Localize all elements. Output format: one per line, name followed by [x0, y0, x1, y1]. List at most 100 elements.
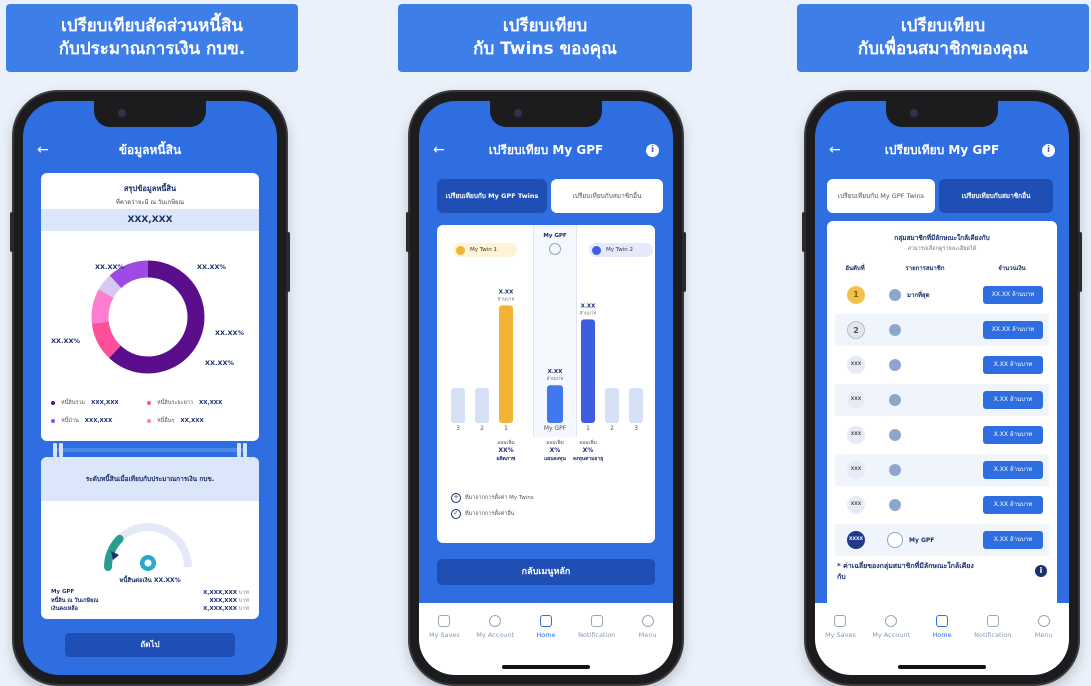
rank-row[interactable]: XXX X.XX ล้านบาท: [835, 349, 1049, 381]
legend-value: XXX,XXX: [91, 400, 119, 406]
saves-icon: [834, 615, 847, 627]
bar: [547, 385, 563, 423]
page-title: เปรียบเทียบ My GPF: [884, 142, 1000, 157]
back-to-menu-button[interactable]: กลับเมนูหลัก: [437, 559, 655, 585]
rank-row[interactable]: 2 XX.XX ล้านบาท: [835, 314, 1049, 346]
nav-label: Menu: [1034, 631, 1053, 639]
back-arrow-icon[interactable]: ←: [829, 142, 841, 158]
app-bar: ← เปรียบเทียบ My GPF i: [815, 133, 1069, 167]
stat-sub: ผลิตภาพ: [496, 456, 516, 462]
home-icon: [539, 615, 552, 627]
amount-button[interactable]: XX.XX ล้านบาท: [983, 286, 1043, 304]
donut-label: XX.XX%: [197, 263, 227, 271]
tab-twins[interactable]: เปรียบเทียบกับ My GPF Twins: [827, 179, 935, 213]
account-icon: [489, 615, 502, 627]
phone-twins: ← เปรียบเทียบ My GPF i เปรียบเทียบกับ My…: [406, 92, 686, 684]
amount-button[interactable]: X.XX ล้านบาท: [983, 426, 1043, 444]
amount-button[interactable]: XX.XX ล้านบาท: [983, 321, 1043, 339]
amount-button[interactable]: X.XX ล้านบาท: [983, 531, 1043, 549]
row-value: XXX,XXX: [209, 598, 238, 604]
nav-label: My Saves: [428, 631, 460, 639]
home-indicator: [898, 665, 986, 669]
stat-column: ออมเพิ่ม X% ลงทุนตามอายุ: [572, 439, 604, 463]
bar: [629, 388, 643, 423]
group-title: กลุ่มสมาชิกที่มีลักษณะใกล้เคียงกับ: [894, 234, 990, 242]
legend-value: XXX,XXX: [84, 418, 113, 424]
rank-badge: XXX: [847, 391, 865, 409]
nav-label: Menu: [638, 631, 657, 639]
col-amount: จำนวนเงิน: [998, 265, 1026, 272]
screen: ← เปรียบเทียบ My GPF i เปรียบเทียบกับ My…: [815, 101, 1069, 675]
back-arrow-icon[interactable]: ←: [37, 142, 49, 158]
nav-label: My Saves: [824, 631, 856, 639]
legend-name: หนี้สินรวม: [61, 400, 86, 406]
next-button[interactable]: ถัดไป: [65, 633, 235, 657]
header-twins: เปรียบเทียบ กับ Twins ของคุณ: [398, 4, 692, 72]
amount-button[interactable]: X.XX ล้านบาท: [983, 461, 1043, 479]
stat-label: ออมเพิ่ม: [497, 440, 515, 446]
legend-value: XX,XXX: [180, 418, 204, 424]
user-icon: [889, 359, 901, 371]
phone-debt: ← ข้อมูลหนี้สิน สรุปข้อมูลหนี้สิน ที่คาด…: [10, 92, 290, 684]
legend-row: ✓ ที่มาจากการตั้งค่าอื่น: [451, 509, 514, 519]
info-icon[interactable]: i: [1042, 143, 1055, 157]
rank-row[interactable]: XXXX My GPF X.XX ล้านบาท: [835, 524, 1049, 556]
user-icon: [889, 324, 901, 336]
header-line1: เปรียบเทียบ: [502, 16, 588, 36]
row-unit: บาท: [238, 606, 249, 612]
member-name: มากที่สุด: [907, 292, 930, 299]
page-title: เปรียบเทียบ My GPF: [488, 142, 604, 157]
row-label: My GPF: [51, 589, 75, 595]
nav-menu[interactable]: Menu: [626, 615, 670, 675]
bar: [605, 388, 619, 423]
stat-label: ออมเพิ่ม: [579, 440, 597, 446]
nav-my-saves[interactable]: My Saves: [818, 615, 862, 675]
rank-row[interactable]: XXX X.XX ล้านบาท: [835, 419, 1049, 451]
nav-my-saves[interactable]: My Saves: [422, 615, 466, 675]
nav-menu[interactable]: Menu: [1022, 615, 1066, 675]
rank-row[interactable]: XXX X.XX ล้านบาท: [835, 454, 1049, 486]
page-title: ข้อมูลหนี้สิน: [118, 142, 182, 157]
tab-members[interactable]: เปรียบเทียบกับสมาชิกอื่น: [939, 179, 1053, 213]
notification-icon: [590, 615, 603, 627]
menu-icon: [641, 615, 654, 627]
legend-text: ที่มาจากการตั้งค่าอื่น: [465, 511, 515, 517]
home-icon: [935, 615, 948, 627]
row-value: X,XXX,XXX: [203, 590, 238, 596]
header-debt-ratio: เปรียบเทียบสัดส่วนหนี้สิน กับประมาณการเง…: [6, 4, 298, 72]
compare-title-band: ระดับหนี้สินเมื่อเทียบกับประมาณการเงิน ก…: [41, 457, 259, 501]
tab-members[interactable]: เปรียบเทียบกับสมาชิกอื่น: [551, 179, 663, 213]
info-icon[interactable]: i: [646, 143, 659, 157]
rank-badge: XXX: [847, 426, 865, 444]
donut-label: XX.XX%: [51, 337, 81, 345]
amount-button[interactable]: X.XX ล้านบาท: [983, 496, 1043, 514]
check-circle-icon: ✓: [451, 509, 461, 519]
tab-twins[interactable]: เปรียบเทียบกับ My GPF Twins: [437, 179, 547, 213]
nav-label: Notification: [974, 631, 1012, 639]
donut-legend: หนี้สินรวม XXX,XXX หนี้สินระยะยาว XX,XXX ห…: [51, 399, 249, 435]
col-member: รายการสมาชิก: [905, 265, 945, 272]
medal-icon: 1: [847, 286, 865, 304]
debt-compare-card: ระดับหนี้สินเมื่อเทียบกับประมาณการเงิน ก…: [41, 457, 259, 619]
twins-bar-chart: X.XXล้านบาทX.XXล้านบาทX.XXล้านบาท: [451, 289, 643, 423]
rank-row[interactable]: XXX X.XX ล้านบาท: [835, 489, 1049, 521]
legend-row: + ที่มาจากการตั้งค่า My Twins: [451, 493, 534, 503]
row-label: หนี้สิน ณ วันเกษียณ: [51, 598, 99, 604]
amount-button[interactable]: X.XX ล้านบาท: [983, 356, 1043, 374]
bar-value-label: X.XX: [499, 289, 515, 295]
row-unit: บาท: [238, 590, 249, 596]
rank-row[interactable]: 1 มากที่สุด XX.XX ล้านบาท: [835, 279, 1049, 311]
bar: [451, 388, 465, 423]
saves-icon: [438, 615, 451, 627]
rank-row[interactable]: XXX X.XX ล้านบาท: [835, 384, 1049, 416]
amount-button[interactable]: X.XX ล้านบาท: [983, 391, 1043, 409]
stat-column: ออมเพิ่ม XX% ผลิตภาพ: [490, 439, 522, 463]
footnote-text: * ค่าเฉลี่ยของกลุ่มสมาชิกที่มีลักษณะใกล้…: [837, 562, 974, 581]
header-line1: เปรียบเทียบสัดส่วนหนี้สิน: [60, 16, 244, 36]
twins-chart-card: My GPF My Twin 1 My Twin 2 X.XX ล้านบาท X.…: [437, 225, 655, 543]
back-arrow-icon[interactable]: ←: [433, 142, 445, 158]
account-icon: [885, 615, 898, 627]
total-debt-box: XXX,XXX: [41, 209, 259, 231]
info-icon[interactable]: i: [1035, 565, 1047, 577]
row-unit: บาท: [238, 598, 249, 604]
